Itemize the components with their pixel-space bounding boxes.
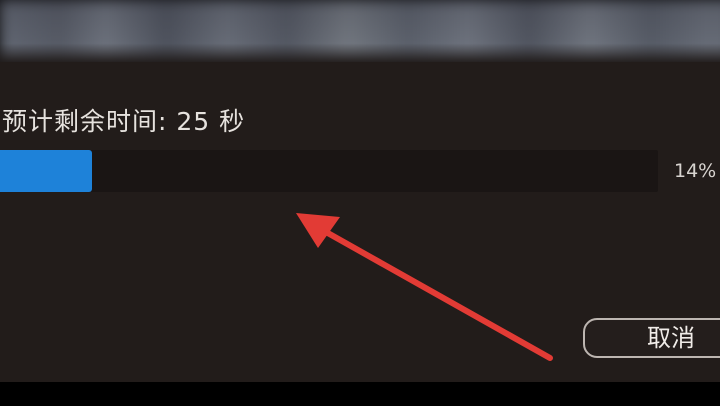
- screen: 预计剩余时间: 25 秒 14% 取消: [0, 0, 720, 406]
- bottom-black-bar: [0, 382, 720, 406]
- background-overlay: [0, 0, 720, 62]
- progress-percent: 14%: [674, 160, 717, 182]
- time-remaining-text: 预计剩余时间: 25 秒: [2, 107, 246, 136]
- cancel-button[interactable]: 取消: [583, 318, 720, 358]
- progress-fill: [0, 150, 92, 192]
- progress-track: [0, 150, 658, 192]
